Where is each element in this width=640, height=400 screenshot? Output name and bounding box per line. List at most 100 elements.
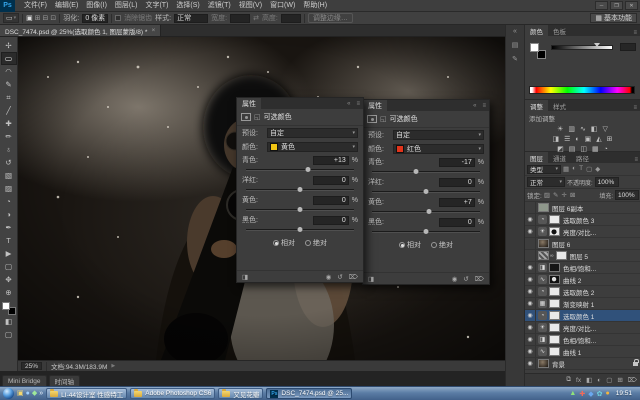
foreground-color-chip[interactable] bbox=[1, 302, 10, 310]
layer-row[interactable]: ◉ ∿ 曲线 1 bbox=[525, 346, 640, 358]
healing-brush-tool[interactable]: ✚ bbox=[1, 117, 17, 130]
taskbar-item[interactable]: Ps DSC_7474.psd @ 25... bbox=[266, 388, 353, 399]
add-selection-mode[interactable]: ⊞ bbox=[35, 15, 43, 22]
tray-icon-5[interactable]: ● bbox=[605, 390, 609, 398]
adj-brightness-contrast-icon[interactable]: ☀ bbox=[557, 125, 563, 133]
color-slider[interactable] bbox=[551, 43, 613, 50]
color-tab-颜色[interactable]: 颜色 bbox=[525, 25, 548, 36]
new-group-button[interactable]: ▢ bbox=[606, 376, 612, 384]
slider-thumb[interactable] bbox=[305, 167, 311, 172]
menu-帮助(H)[interactable]: 帮助(H) bbox=[299, 2, 331, 9]
pen-tool[interactable]: ✒ bbox=[1, 221, 17, 234]
channel-slider[interactable] bbox=[372, 209, 480, 214]
layer-row[interactable]: ∞ 图层 5 bbox=[525, 250, 640, 262]
channel-value-field[interactable]: 0 bbox=[312, 215, 349, 225]
delete-layer-button[interactable]: ⌦ bbox=[628, 376, 637, 384]
restore-button[interactable]: ❐ bbox=[610, 1, 623, 10]
tray-icon-3[interactable]: ◆ bbox=[588, 390, 593, 398]
intersect-selection-mode[interactable]: ⊡ bbox=[50, 15, 56, 22]
eraser-tool[interactable]: ▧ bbox=[1, 169, 17, 182]
layer-filter-select[interactable]: 类型 ▾ bbox=[527, 164, 561, 174]
slider-thumb[interactable] bbox=[413, 169, 419, 174]
lock-all-icon[interactable]: ⊠ bbox=[570, 191, 575, 199]
lasso-tool[interactable]: ◠ bbox=[1, 65, 17, 78]
visibility-toggle[interactable] bbox=[525, 202, 536, 213]
color-spectrum-ramp[interactable] bbox=[529, 86, 635, 94]
slider-thumb[interactable] bbox=[426, 209, 432, 214]
channel-slider[interactable] bbox=[246, 187, 354, 192]
tray-icon-1[interactable]: ▲ bbox=[569, 390, 576, 398]
visibility-toggle[interactable]: ◉ bbox=[525, 286, 536, 297]
delete-icon[interactable]: ⌦ bbox=[475, 275, 484, 283]
gradient-tool[interactable]: ▨ bbox=[1, 182, 17, 195]
menu-窗口(W)[interactable]: 窗口(W) bbox=[266, 2, 299, 9]
path-selection-tool[interactable]: ▶ bbox=[1, 247, 17, 260]
menu-选择(S)[interactable]: 选择(S) bbox=[172, 2, 203, 9]
refine-edge-button[interactable]: 调整边缘… bbox=[307, 13, 353, 23]
channel-value-field[interactable]: +13 bbox=[312, 155, 349, 165]
relative-radio[interactable]: 相对 bbox=[273, 238, 295, 248]
lock-pixels-icon[interactable]: ✎ bbox=[553, 191, 558, 199]
filter-shape-layers-icon[interactable]: ▢ bbox=[586, 165, 592, 173]
menu-文字(T)[interactable]: 文字(T) bbox=[141, 2, 172, 9]
layers-tab-路径[interactable]: 路径 bbox=[571, 152, 594, 163]
visibility-toggle[interactable]: ◉ bbox=[525, 310, 536, 321]
hand-tool[interactable]: ✥ bbox=[1, 273, 17, 286]
visibility-toggle[interactable]: ◉ bbox=[525, 214, 536, 225]
close-button[interactable]: ✕ bbox=[625, 1, 638, 10]
type-tool[interactable]: T bbox=[1, 234, 17, 247]
expand-panels-icon[interactable]: « bbox=[513, 28, 517, 35]
panel-menu-icon[interactable]: ≡ bbox=[353, 101, 363, 107]
preset-select[interactable]: 自定 ▾ bbox=[267, 128, 358, 138]
clone-stamp-tool[interactable]: ♁ bbox=[1, 143, 17, 156]
channel-value-field[interactable]: -17 bbox=[438, 157, 475, 167]
width-input[interactable] bbox=[230, 13, 251, 23]
menu-视图(V)[interactable]: 视图(V) bbox=[235, 2, 266, 9]
quick-launch-folder[interactable]: ▣ bbox=[17, 388, 24, 399]
channel-value-field[interactable]: 0 bbox=[438, 217, 475, 227]
layer-row[interactable]: ◉ ◨ 色相/饱和... bbox=[525, 334, 640, 346]
layer-row[interactable]: ◉ ◔ 选取颜色 1 bbox=[525, 310, 640, 322]
blend-mode-select[interactable]: 正常 ▾ bbox=[527, 177, 565, 187]
relative-radio[interactable]: 相对 bbox=[399, 240, 421, 250]
layer-row[interactable]: ◉ 背景 bbox=[525, 358, 640, 370]
menu-文件(F)[interactable]: 文件(F) bbox=[20, 2, 51, 9]
quick-launch-browser[interactable]: ● bbox=[26, 388, 30, 399]
color-menu-icon[interactable]: ≡ bbox=[630, 30, 640, 36]
absolute-radio[interactable]: 绝对 bbox=[305, 238, 327, 248]
lock-transparency-icon[interactable]: ▨ bbox=[544, 191, 550, 199]
slider-thumb[interactable] bbox=[423, 229, 429, 234]
document-tab[interactable]: DSC_7474.psd @ 25%(选取颜色 1, 图层蒙版/8) * × bbox=[0, 25, 162, 36]
brush-tool[interactable]: ✏ bbox=[1, 130, 17, 143]
quick-launch-app[interactable]: ◆ bbox=[32, 388, 37, 399]
visibility-toggle[interactable] bbox=[525, 250, 536, 261]
mask-thumbnail-icon[interactable] bbox=[367, 115, 377, 123]
minimize-button[interactable]: ─ bbox=[595, 1, 608, 10]
layers-tab-图层[interactable]: 图层 bbox=[525, 152, 548, 163]
clip-to-layer-icon[interactable]: ◨ bbox=[368, 275, 374, 283]
adj-channel-mixer-icon[interactable]: ◭ bbox=[596, 135, 601, 143]
swap-dimensions-icon[interactable]: ⇄ bbox=[253, 14, 259, 22]
visibility-toggle[interactable]: ◉ bbox=[525, 274, 536, 285]
panel-menu-icon[interactable]: ≡ bbox=[479, 103, 489, 109]
properties-tab[interactable]: 属性 bbox=[363, 100, 387, 111]
zoom-tool[interactable]: ⊕ bbox=[1, 286, 17, 299]
layer-row[interactable]: ◉ ☀ 亮度/对比... bbox=[525, 226, 640, 238]
channel-slider[interactable] bbox=[246, 207, 354, 212]
channel-value-field[interactable]: 0 bbox=[312, 195, 349, 205]
menu-滤镜(T)[interactable]: 滤镜(T) bbox=[204, 2, 235, 9]
foreground-background-colors[interactable] bbox=[1, 302, 16, 315]
adj-color-lookup-icon[interactable]: ⊞ bbox=[607, 135, 613, 143]
clip-icon[interactable]: ◱ bbox=[254, 113, 261, 121]
collapse-icon[interactable]: « bbox=[470, 103, 479, 109]
reset-icon[interactable]: ↺ bbox=[463, 275, 468, 283]
tray-icon-4[interactable]: ✿ bbox=[597, 390, 603, 398]
visibility-toggle[interactable]: ◉ bbox=[525, 322, 536, 333]
adjust-menu-icon[interactable]: ≡ bbox=[630, 105, 640, 111]
crop-tool[interactable]: ⌗ bbox=[1, 91, 17, 104]
layer-row[interactable]: ◉ ◔ 选取颜色 2 bbox=[525, 286, 640, 298]
antialias-checkbox[interactable] bbox=[115, 15, 122, 21]
menu-图像(I)[interactable]: 图像(I) bbox=[82, 2, 111, 9]
layers-tab-通道[interactable]: 通道 bbox=[548, 152, 571, 163]
taskbar-item[interactable]: 又见花瓣 bbox=[218, 388, 264, 399]
